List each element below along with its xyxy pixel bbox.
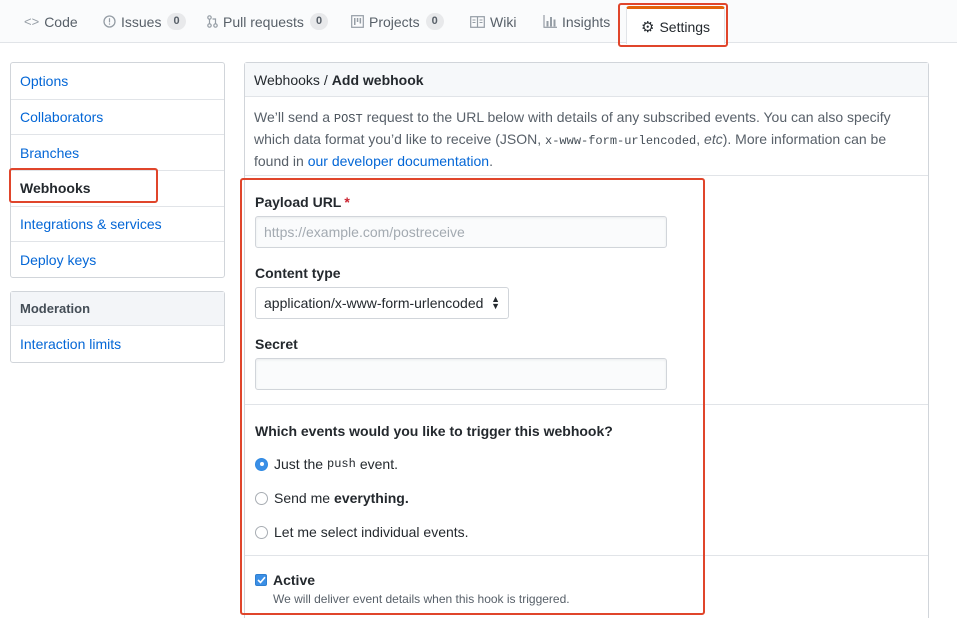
moderation-sidebar-menu: Moderation Interaction limits: [10, 291, 225, 363]
tab-wiki-label: Wiki: [490, 13, 517, 30]
tab-insights[interactable]: Insights: [543, 0, 610, 43]
code-icon: <>: [24, 14, 40, 29]
secret-label: Secret: [255, 336, 298, 352]
tab-projects-label: Projects: [369, 13, 420, 30]
projects-count-badge: 0: [425, 13, 444, 30]
push-option-prefix: Just the: [274, 456, 324, 472]
push-option-code: push: [327, 457, 356, 471]
everything-option-prefix: Send me: [274, 490, 331, 506]
content-type-selected-value: application/x-www-form-urlencoded: [264, 295, 484, 311]
event-option-individual[interactable]: Let me select individual events.: [255, 524, 469, 540]
sidebar-item-branches[interactable]: Branches: [11, 134, 224, 170]
divider: [245, 555, 928, 556]
active-note: We will deliver event details when this …: [273, 592, 570, 606]
tab-settings-label: Settings: [659, 18, 711, 35]
intro-text-1: We’ll send a: [254, 109, 331, 125]
project-icon: [351, 15, 364, 28]
intro-text-3: ,: [696, 131, 701, 147]
page-title: Add webhook: [331, 71, 424, 88]
secret-input[interactable]: [255, 358, 667, 390]
sidebar-item-webhooks[interactable]: Webhooks: [11, 170, 224, 206]
select-arrows-icon: ▲ ▼: [491, 294, 500, 311]
intro-code-post: POST: [333, 112, 363, 126]
sidebar-item-integrations[interactable]: Integrations & services: [11, 205, 224, 242]
intro-text-etc: etc: [704, 131, 723, 147]
divider: [245, 404, 928, 405]
event-option-push[interactable]: Just the push event.: [255, 456, 398, 472]
repo-tab-bar: <> Code Issues 0 Pull requests 0 Project…: [0, 0, 957, 44]
pull-request-icon: [207, 15, 218, 28]
push-option-suffix: event.: [359, 456, 398, 472]
active-label: Active: [273, 572, 316, 588]
required-asterisk: *: [344, 194, 350, 210]
tab-issues[interactable]: Issues 0: [103, 0, 186, 43]
everything-radio[interactable]: [255, 491, 268, 505]
sidebar-item-deploy-keys[interactable]: Deploy keys: [11, 241, 224, 277]
tab-pull-requests[interactable]: Pull requests 0: [207, 0, 329, 43]
graph-icon: [543, 15, 557, 28]
active-checkbox[interactable]: [255, 574, 267, 586]
tab-wiki[interactable]: Wiki: [470, 0, 516, 43]
tab-insights-label: Insights: [562, 13, 611, 30]
breadcrumb-separator: /: [323, 71, 328, 88]
breadcrumb-webhooks-link[interactable]: Webhooks: [254, 72, 320, 88]
payload-url-label-text: Payload URL: [255, 194, 342, 210]
payload-url-label: Payload URL *: [255, 194, 350, 210]
sidebar-item-options[interactable]: Options: [11, 63, 224, 99]
breadcrumb: Webhooks / Add webhook: [245, 63, 928, 97]
moderation-heading: Moderation: [11, 292, 224, 326]
payload-url-input[interactable]: [255, 216, 667, 248]
gear-icon: ⚙: [641, 18, 655, 36]
everything-option-bold: everything.: [334, 490, 409, 506]
sidebar-item-collaborators[interactable]: Collaborators: [11, 98, 224, 135]
pull-requests-count-badge: 0: [309, 13, 329, 30]
tab-pull-requests-label: Pull requests: [223, 13, 304, 30]
tab-issues-label: Issues: [121, 13, 162, 30]
sidebar-item-interaction-limits[interactable]: Interaction limits: [11, 326, 224, 362]
divider: [245, 175, 928, 176]
content-type-select[interactable]: application/x-www-form-urlencoded ▲ ▼: [255, 287, 509, 319]
issue-icon: [103, 15, 116, 28]
webhook-intro-text: We’ll send a POST request to the URL bel…: [254, 107, 919, 171]
checkmark-icon: [256, 576, 266, 584]
event-option-everything[interactable]: Send me everything.: [255, 490, 409, 506]
settings-sidebar-menu: Options Collaborators Branches Webhooks …: [10, 62, 225, 279]
events-question: Which events would you like to trigger t…: [255, 423, 613, 439]
tab-code-label: Code: [44, 13, 78, 30]
content-type-label: Content type: [255, 265, 341, 281]
tab-projects[interactable]: Projects 0: [351, 0, 444, 43]
add-webhook-panel: Webhooks / Add webhook We’ll send a POST…: [244, 62, 929, 618]
tab-settings[interactable]: ⚙ Settings: [626, 6, 726, 44]
developer-documentation-link[interactable]: our developer documentation: [308, 153, 489, 169]
tab-code[interactable]: <> Code: [24, 0, 78, 43]
individual-option-label: Let me select individual events.: [274, 524, 469, 540]
issues-count-badge: 0: [167, 13, 186, 30]
intro-code-urlencoded: x-www-form-urlencoded: [545, 134, 697, 148]
book-icon: [470, 15, 485, 28]
push-radio[interactable]: [255, 457, 268, 471]
intro-text-5: .: [489, 153, 493, 169]
individual-radio[interactable]: [255, 525, 268, 539]
